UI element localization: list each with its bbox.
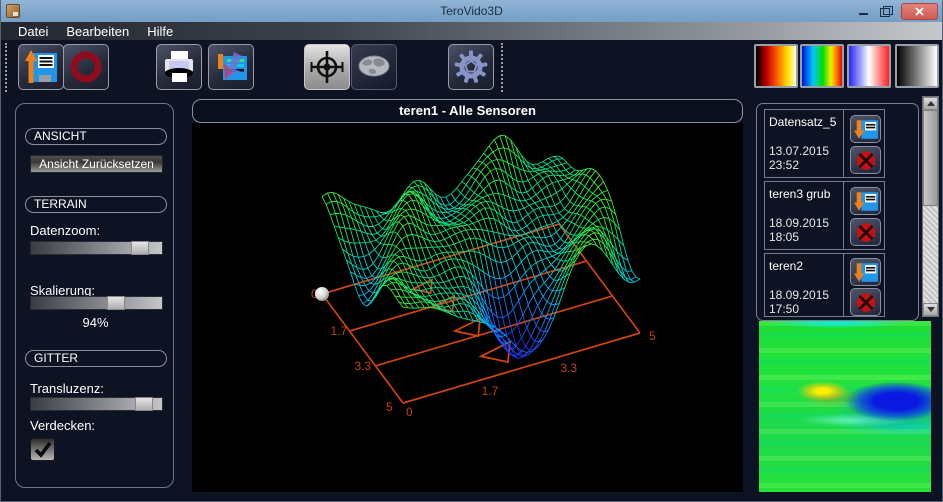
floppy-down-arrow-icon — [853, 261, 879, 284]
menu-hilfe[interactable]: Hilfe — [138, 24, 182, 39]
sidebar-panel: ANSICHT Ansicht Zurücksetzen TERRAIN Dat… — [15, 103, 174, 488]
datenzoom-slider-handle[interactable] — [131, 241, 149, 255]
app-icon — [6, 4, 20, 18]
svg-text:5: 5 — [649, 329, 656, 343]
skalierung-slider-handle[interactable] — [107, 296, 125, 310]
colormap-blue-white-red-button[interactable] — [847, 44, 891, 88]
svg-text:0: 0 — [406, 405, 413, 419]
transluzenz-slider[interactable] — [30, 397, 163, 411]
verdecken-label: Verdecken: — [30, 418, 95, 433]
menu-bearbeiten[interactable]: Bearbeiten — [57, 24, 138, 39]
datenzoom-slider[interactable] — [30, 241, 163, 255]
svg-text:5: 5 — [386, 400, 393, 414]
close-icon — [914, 6, 925, 17]
floppy-export-arrow-icon — [213, 49, 249, 85]
verdecken-checkbox[interactable] — [30, 438, 55, 461]
maximize-button[interactable] — [879, 5, 893, 17]
menubar: Datei Bearbeiten Hilfe — [1, 22, 942, 40]
dataset-delete-button-3[interactable] — [850, 288, 881, 316]
terrain-3d-view[interactable]: 01.73.3501.73.35 — [192, 123, 743, 492]
record-button[interactable] — [63, 44, 109, 90]
ansicht-section-header: ANSICHT — [25, 128, 167, 145]
dataset-save-button-2[interactable] — [850, 187, 881, 215]
heatmap-preview — [759, 321, 931, 492]
scrollbar-thumb[interactable] — [923, 110, 938, 206]
menu-datei[interactable]: Datei — [9, 24, 57, 39]
toolbar-gripper — [5, 43, 8, 92]
colormap-hot-button[interactable] — [754, 44, 798, 88]
gear-icon — [453, 49, 489, 85]
titlebar: TeroVido3D — [1, 0, 942, 22]
check-icon — [33, 441, 53, 459]
open-save-data-button[interactable] — [18, 44, 64, 90]
export-image-button[interactable] — [208, 44, 254, 90]
floppy-down-arrow-icon — [853, 118, 879, 141]
app-window: TeroVido3D Datei Bearbeiten Hilfe — [0, 0, 943, 502]
dataset-date: 13.07.2015 23:52 — [769, 144, 829, 172]
delete-x-icon — [854, 291, 878, 314]
globe-icon — [356, 49, 392, 85]
dataset-date: 18.09.2015 18:05 — [769, 216, 829, 244]
dataset-list-panel: Datensatz_5 13.07.2015 23:52 — [756, 103, 919, 321]
delete-x-icon — [854, 149, 878, 172]
gitter-section-header: GITTER — [25, 350, 167, 367]
divider — [843, 254, 844, 316]
dataset-item-2[interactable]: teren3 grub 18.09.2015 18:05 — [764, 181, 885, 250]
arrow-down-icon — [927, 307, 935, 312]
minimize-button[interactable] — [857, 5, 871, 17]
datenzoom-label: Datenzoom: — [30, 223, 100, 238]
settings-button[interactable] — [448, 44, 494, 90]
crosshair-tool-button[interactable] — [304, 44, 350, 90]
divider — [843, 110, 844, 177]
print-button[interactable] — [156, 44, 202, 90]
svg-text:1.7: 1.7 — [331, 324, 348, 338]
close-button[interactable] — [901, 3, 938, 20]
dataset-delete-button-2[interactable] — [850, 218, 881, 246]
divider — [843, 182, 844, 249]
skalierung-slider[interactable] — [30, 296, 163, 310]
dataset-save-button-3[interactable] — [850, 258, 881, 286]
colormap-rainbow-button[interactable] — [800, 44, 844, 88]
reset-view-button[interactable]: Ansicht Zurücksetzen — [30, 155, 163, 173]
terrain-wireframe-plot: 01.73.3501.73.35 — [192, 123, 743, 492]
record-circle-icon — [68, 49, 104, 85]
svg-text:3.3: 3.3 — [355, 359, 372, 373]
dataset-delete-button-1[interactable] — [850, 146, 881, 174]
dataset-item-1[interactable]: Datensatz_5 13.07.2015 23:52 — [764, 109, 885, 178]
arrow-up-icon — [927, 101, 935, 106]
terrain-section-header: TERRAIN — [25, 196, 167, 213]
toolbar — [1, 40, 942, 95]
floppy-up-arrow-icon — [23, 49, 59, 85]
dataset-name: teren2 — [769, 259, 803, 273]
dataset-scrollbar[interactable] — [922, 96, 939, 317]
dataset-name: teren3 grub — [769, 187, 830, 201]
colormap-grayscale-button[interactable] — [895, 44, 939, 88]
scroll-down-button[interactable] — [923, 303, 938, 316]
plot-title: teren1 - Alle Sensoren — [192, 99, 743, 123]
transluzenz-slider-handle[interactable] — [135, 397, 153, 411]
delete-x-icon — [854, 221, 878, 244]
globe-view-button[interactable] — [351, 44, 397, 90]
svg-text:3.3: 3.3 — [560, 361, 577, 375]
window-title: TeroVido3D — [1, 4, 942, 18]
scroll-up-button[interactable] — [923, 97, 938, 110]
printer-icon — [161, 49, 197, 85]
transluzenz-label: Transluzenz: — [30, 381, 104, 396]
svg-text:1.7: 1.7 — [482, 384, 499, 398]
skalierung-percent-value: 94% — [16, 315, 175, 330]
dataset-save-button-1[interactable] — [850, 115, 881, 143]
dataset-item-3[interactable]: teren2 18.09.2015 17:50 — [764, 253, 885, 317]
crosshair-icon — [309, 49, 345, 85]
dataset-name: Datensatz_5 — [769, 115, 836, 129]
dataset-date: 18.09.2015 17:50 — [769, 288, 829, 316]
floppy-down-arrow-icon — [853, 190, 879, 213]
toolbar-gripper-2 — [501, 43, 504, 92]
